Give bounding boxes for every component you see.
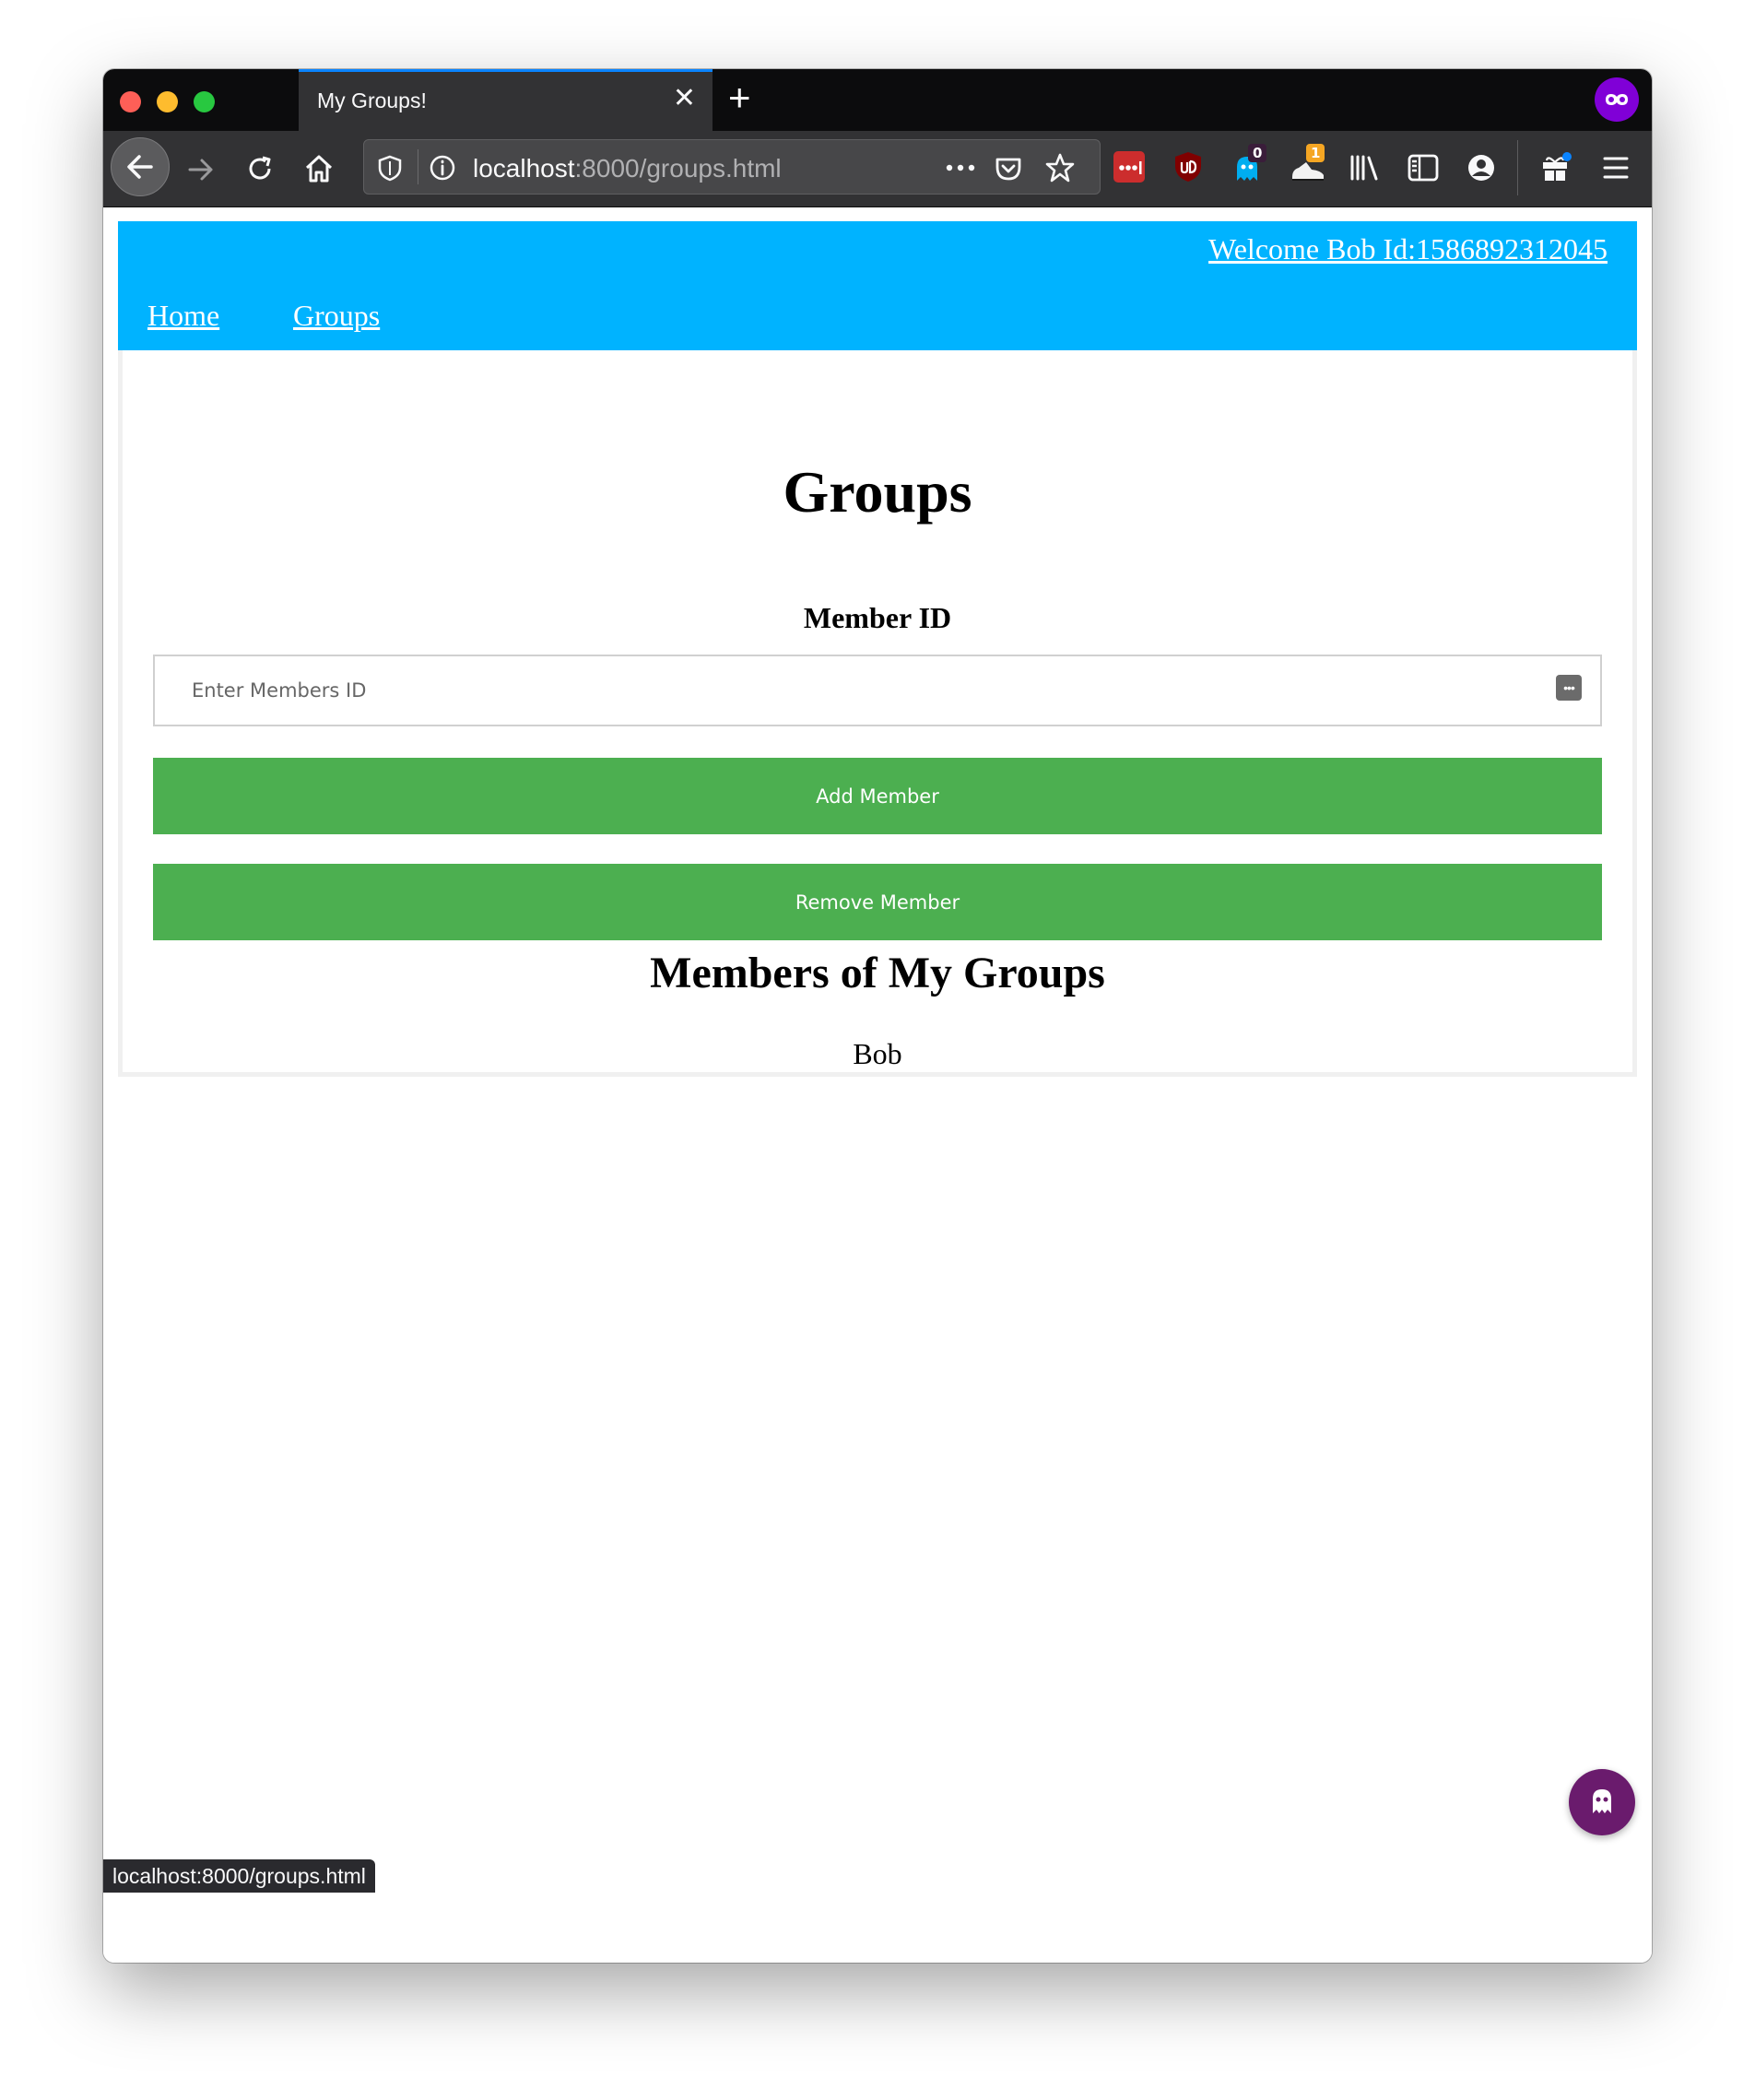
new-tab-button[interactable]: + bbox=[728, 78, 751, 117]
welcome-user-link[interactable]: Welcome Bob Id:1586892312045 bbox=[1208, 232, 1608, 266]
member-id-label: Member ID bbox=[803, 601, 952, 634]
member-list-item: Bob bbox=[853, 1037, 902, 1070]
bookmark-star-icon[interactable] bbox=[1044, 152, 1076, 183]
lastpass-extension-icon[interactable] bbox=[1113, 151, 1145, 183]
site-info-icon[interactable] bbox=[429, 154, 456, 182]
hamburger-menu-icon[interactable] bbox=[1600, 153, 1631, 183]
toolbar-divider bbox=[1517, 140, 1518, 195]
page-title: Groups bbox=[783, 459, 972, 525]
url-bar[interactable]: localhost:8000/groups.html bbox=[363, 139, 1101, 195]
minimize-window-button[interactable] bbox=[157, 91, 178, 112]
url-host: localhost bbox=[473, 154, 575, 183]
nav-link-groups[interactable]: Groups bbox=[293, 299, 380, 333]
url-text[interactable]: localhost:8000/groups.html bbox=[473, 154, 782, 183]
home-icon[interactable] bbox=[301, 151, 336, 186]
add-member-button[interactable]: Add Member bbox=[153, 758, 1602, 834]
sidebar-toggle-icon[interactable] bbox=[1407, 153, 1440, 183]
ublock-origin-icon[interactable] bbox=[1172, 150, 1204, 183]
page-content: Welcome Bob Id:1586892312045 Home Groups… bbox=[103, 207, 1652, 1963]
remove-member-button[interactable]: Remove Member bbox=[153, 864, 1602, 940]
forward-arrow-icon[interactable] bbox=[184, 153, 218, 186]
tracking-protection-shield-icon[interactable] bbox=[377, 154, 403, 182]
zoom-window-button[interactable] bbox=[194, 91, 215, 112]
browser-window: My Groups! ✕ + localhost:8000/groups.htm… bbox=[103, 69, 1652, 1963]
library-icon[interactable] bbox=[1348, 152, 1381, 183]
tab-strip: My Groups! ✕ + bbox=[103, 69, 1652, 131]
nav-toolbar: localhost:8000/groups.html 0 1 bbox=[103, 131, 1652, 207]
member-id-field[interactable]: ••• bbox=[153, 655, 1602, 726]
site-header: Welcome Bob Id:1586892312045 Home Groups bbox=[118, 221, 1637, 350]
back-arrow-icon bbox=[127, 155, 153, 179]
password-manager-icon[interactable]: ••• bbox=[1556, 675, 1582, 701]
close-tab-icon[interactable]: ✕ bbox=[673, 85, 696, 112]
reload-icon[interactable] bbox=[243, 152, 277, 185]
whats-new-gift-icon[interactable] bbox=[1539, 151, 1572, 184]
ghostery-floating-button[interactable] bbox=[1569, 1769, 1635, 1835]
page-actions-ellipsis-icon[interactable] bbox=[945, 162, 976, 173]
members-heading: Members of My Groups bbox=[650, 949, 1105, 997]
extension-badge: 1 bbox=[1306, 144, 1325, 162]
pocket-icon[interactable] bbox=[994, 153, 1023, 183]
ghost-icon bbox=[1593, 1789, 1611, 1813]
ghostery-badge: 0 bbox=[1248, 144, 1267, 162]
back-button[interactable] bbox=[111, 137, 170, 196]
url-path: :8000/groups.html bbox=[574, 154, 782, 183]
close-window-button[interactable] bbox=[120, 91, 141, 112]
status-bar-url: localhost:8000/groups.html bbox=[103, 1859, 375, 1893]
member-id-input[interactable] bbox=[155, 656, 1600, 725]
nav-link-home[interactable]: Home bbox=[147, 299, 219, 333]
private-browsing-icon[interactable] bbox=[1595, 77, 1639, 122]
tab-title: My Groups! bbox=[317, 88, 427, 112]
tab-my-groups[interactable]: My Groups! ✕ bbox=[299, 69, 713, 131]
account-icon[interactable] bbox=[1466, 152, 1497, 183]
